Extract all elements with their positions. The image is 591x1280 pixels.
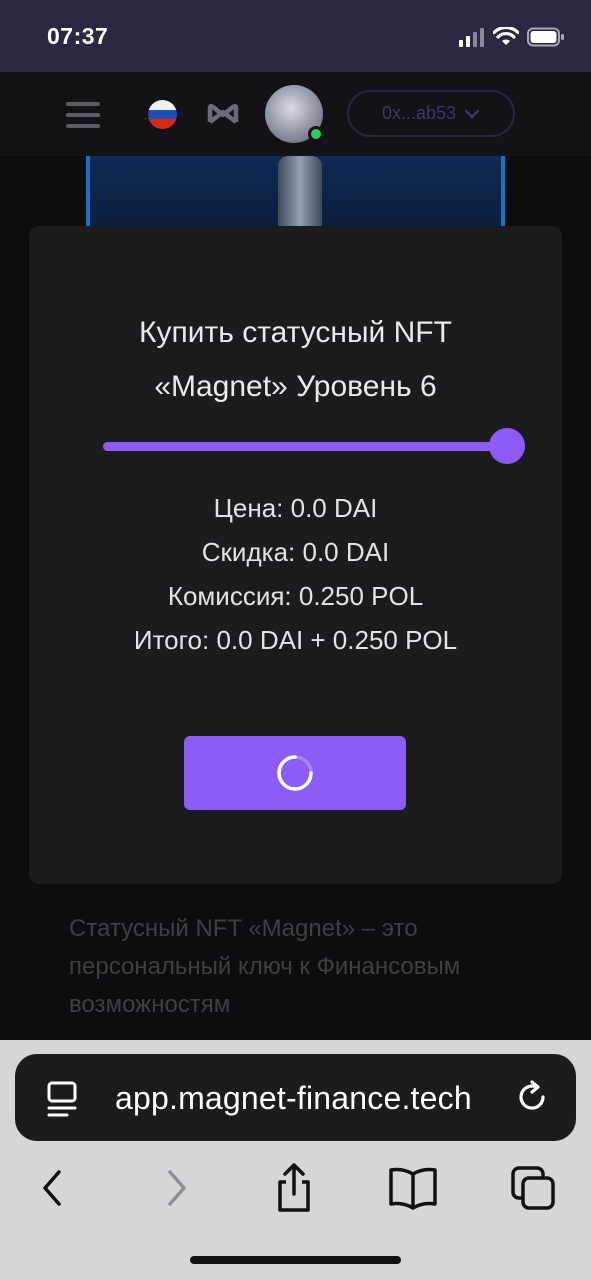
page-menu-icon[interactable] <box>45 1080 79 1118</box>
wifi-icon <box>493 27 519 45</box>
address-bar[interactable]: app.magnet-finance.tech <box>15 1054 576 1141</box>
slider-fill <box>103 442 507 451</box>
signal-icon <box>459 28 484 47</box>
back-button[interactable] <box>25 1160 81 1216</box>
buy-button[interactable] <box>184 736 406 810</box>
magnet-logo-icon[interactable] <box>207 102 239 126</box>
tabs-button[interactable] <box>505 1160 561 1216</box>
russian-flag-icon[interactable] <box>148 100 177 129</box>
share-button[interactable] <box>266 1160 322 1216</box>
level-slider[interactable] <box>103 428 525 464</box>
status-bar: 07:37 <box>0 0 591 72</box>
wallet-address-button[interactable]: 0x...ab53 <box>347 90 515 137</box>
discount-line: Скидка: 0.0 DAI <box>201 537 390 567</box>
status-time: 07:37 <box>47 23 109 49</box>
slider-thumb[interactable] <box>489 428 525 464</box>
fee-line: Комиссия: 0.250 POL <box>167 581 424 611</box>
browser-toolbar: app.magnet-finance.tech <box>0 1040 591 1280</box>
order-summary: Цена: 0.0 DAI Скидка: 0.0 DAI Комиссия: … <box>89 486 502 662</box>
nft-description-text: Статусный NFT «Magnet» – это персональны… <box>69 915 461 1018</box>
app-header: 0x...ab53 <box>0 72 591 156</box>
wallet-address: 0x...ab53 <box>381 103 457 123</box>
forward-icon <box>168 1170 186 1206</box>
hero-magnet-image <box>278 156 322 236</box>
online-status-dot <box>308 126 324 142</box>
reload-icon[interactable] <box>514 1079 550 1115</box>
url-text: app.magnet-finance.tech <box>115 1080 472 1116</box>
forward-button[interactable] <box>148 1160 204 1216</box>
modal-title: Купить статусный NFT «Magnet» Уровень 6 <box>139 316 452 403</box>
buy-nft-modal: Купить статусный NFT «Magnet» Уровень 6 … <box>29 226 562 884</box>
tabs-icon <box>511 1166 555 1210</box>
price-line: Цена: 0.0 DAI <box>213 493 378 523</box>
bookmarks-icon <box>389 1167 437 1210</box>
browser-nav-row <box>0 1160 591 1220</box>
share-icon <box>278 1163 310 1212</box>
status-icons <box>459 26 565 48</box>
home-indicator <box>190 1256 401 1264</box>
loading-spinner-icon <box>277 755 313 791</box>
back-icon <box>43 1170 61 1206</box>
hamburger-menu-icon[interactable] <box>66 102 100 128</box>
chevron-down-icon <box>464 109 480 119</box>
bookmarks-button[interactable] <box>385 1160 441 1216</box>
total-line: Итого: 0.0 DAI + 0.250 POL <box>133 625 458 655</box>
battery-icon <box>527 27 564 47</box>
